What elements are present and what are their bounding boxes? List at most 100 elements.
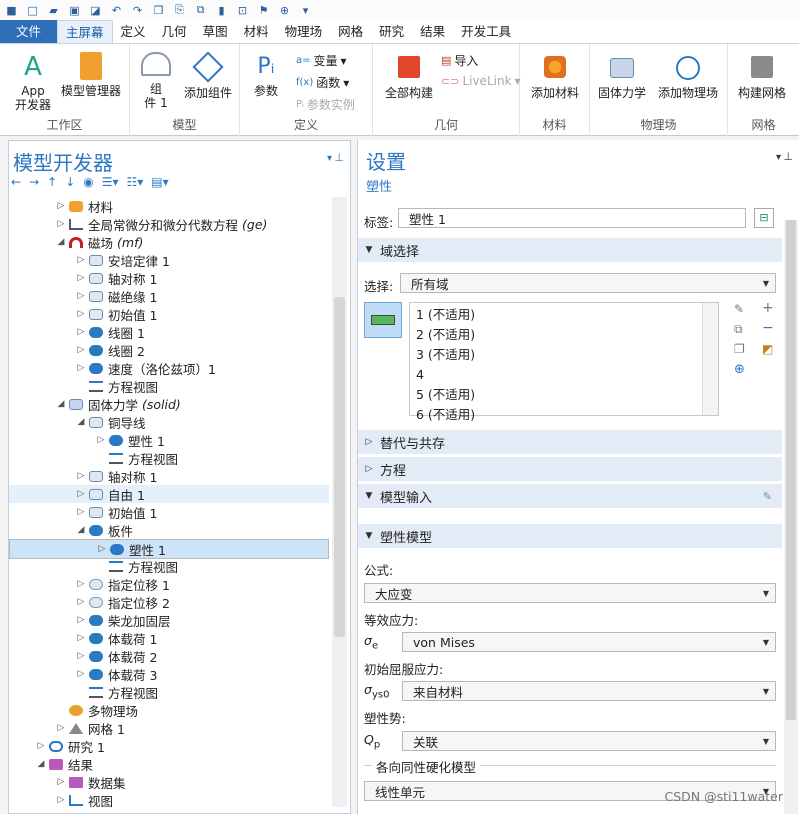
tree-node[interactable]: ▷ 磁绝缘 1 (9, 287, 329, 305)
back-icon[interactable]: ← (11, 175, 21, 191)
livelink-button[interactable]: ⊂⊃ LiveLink ▾ (441, 74, 521, 88)
tree-node[interactable]: ▷ 初始值 1 (9, 503, 329, 521)
tree-node[interactable]: ▷ 线圈 1 (9, 323, 329, 341)
domain-list[interactable]: 1 (不适用) 2 (不适用) 3 (不适用) 4 5 (不适用) 6 (不适用) (409, 302, 719, 422)
open-folder-icon[interactable]: ▰ (46, 3, 61, 17)
domain-list-item[interactable]: 2 (不适用) (416, 325, 712, 345)
domain-list-scrollbar[interactable] (702, 303, 718, 415)
expand-arrow-icon[interactable]: ▷ (75, 471, 87, 481)
tab-file[interactable]: 文件 (0, 20, 58, 43)
collapse-icon[interactable]: ▤▾ (151, 175, 168, 191)
expand-arrow-icon[interactable]: ▷ (75, 651, 87, 661)
copy-selection-icon[interactable]: ⧉ (734, 322, 743, 337)
customize-icon[interactable]: ▾ (298, 3, 313, 17)
add-component-button[interactable]: 添加组件 (180, 51, 236, 100)
param-instance-button[interactable]: Pᵢ 参数实例 (296, 96, 355, 113)
expand-arrow-icon[interactable]: ◢ (75, 525, 87, 535)
expand-arrow-icon[interactable]: ▷ (75, 345, 87, 355)
tree-node[interactable]: ▷ 材料 (9, 197, 329, 215)
selection-dropdown[interactable]: 所有域 ▼ (400, 273, 776, 293)
build-icon[interactable]: ⚑ (256, 3, 271, 17)
yield-dropdown[interactable]: 来自材料 ▼ (402, 681, 776, 701)
formula-dropdown[interactable]: 大应变 ▼ (364, 583, 776, 603)
tree-node[interactable]: ▷ 指定位移 1 (9, 575, 329, 593)
expand-arrow-icon[interactable]: ▷ (75, 615, 87, 625)
forward-icon[interactable]: → (29, 175, 39, 191)
paste-icon[interactable]: ⎘ (172, 3, 187, 17)
expand-arrow-icon[interactable]: ▷ (75, 363, 87, 373)
tab-materials[interactable]: 材料 (236, 20, 277, 43)
zoom-selection-icon[interactable]: ◩ (762, 342, 773, 356)
settings-scrollbar[interactable] (784, 220, 798, 814)
expand-arrow-icon[interactable]: ▷ (75, 669, 87, 679)
expand-arrow-icon[interactable]: ▷ (75, 507, 87, 517)
expand-arrow-icon[interactable]: ◢ (55, 237, 67, 247)
tab-mesh[interactable]: 网格 (330, 20, 371, 43)
settings-scrollbar-thumb[interactable] (786, 220, 796, 720)
tree-node[interactable]: ▷ 柴龙加固层 (9, 611, 329, 629)
domain-list-item[interactable]: 3 (不适用) (416, 345, 712, 365)
build-all-button[interactable]: 全部构建 (381, 52, 437, 100)
expand-arrow-icon[interactable]: ▷ (95, 435, 107, 445)
component-button[interactable]: 组 件 1 (136, 52, 176, 110)
tree-node[interactable]: ▷ 网格 1 (9, 719, 329, 737)
expand-arrow-icon[interactable]: ▷ (55, 777, 67, 787)
active-toggle-icon[interactable] (364, 302, 402, 338)
tree-node[interactable]: 方程视图 (9, 683, 329, 701)
expand-arrow-icon[interactable]: ▷ (75, 273, 87, 283)
add-icon[interactable]: + (762, 300, 774, 316)
eq-stress-dropdown[interactable]: von Mises ▼ (402, 632, 776, 652)
tree-node[interactable]: ▷ 塑性 1 (9, 431, 329, 449)
tree-node[interactable]: ▷ 安培定律 1 (9, 251, 329, 269)
tree-node[interactable]: 方程视图 (9, 449, 329, 467)
tree-node[interactable]: ▷ 线圈 2 (9, 341, 329, 359)
tab-results[interactable]: 结果 (412, 20, 453, 43)
pin-icon[interactable]: ⊥ (334, 151, 344, 164)
expand-icon[interactable]: ☰▾ (102, 175, 119, 191)
tree-node[interactable]: ▷ 轴对称 1 (9, 467, 329, 485)
duplicate-icon[interactable]: ⧉ (193, 3, 208, 17)
tree-scrollbar-thumb[interactable] (334, 297, 345, 637)
tree-node[interactable]: ◢ 固体力学 (solid) (9, 395, 329, 413)
expand-arrow-icon[interactable]: ▷ (75, 597, 87, 607)
tab-physics[interactable]: 物理场 (277, 20, 331, 43)
parameters-button[interactable]: Pᵢ 参数 (246, 52, 286, 98)
expand-arrow-icon[interactable]: ◢ (55, 399, 67, 409)
tree-node[interactable]: ◢ 铜导线 (9, 413, 329, 431)
paste-selection-icon[interactable]: ✎ (734, 302, 744, 316)
tree-node[interactable]: ▷ 体载荷 3 (9, 665, 329, 683)
import-button[interactable]: ▤ 导入 (441, 52, 478, 69)
tree-node[interactable]: ▷ 速度（洛伦兹项）1 (9, 359, 329, 377)
delete-icon[interactable]: ▮ (214, 3, 229, 17)
tree-node[interactable]: ▷ 全局常微分和微分代数方程 (ge) (9, 215, 329, 233)
tab-definitions[interactable]: 定义 (113, 20, 154, 43)
tab-sketch[interactable]: 草图 (195, 20, 236, 43)
tree-node[interactable]: 方程视图 (9, 377, 329, 395)
section-plasticity-model[interactable]: ▼ 塑性模型 (358, 524, 782, 548)
redo-icon[interactable]: ↷ (130, 3, 145, 17)
expand-arrow-icon[interactable]: ▷ (55, 795, 67, 805)
create-selection-icon[interactable]: ⊕ (734, 362, 745, 377)
domain-list-item[interactable]: 4 (416, 365, 712, 385)
new-file-icon[interactable]: □ (25, 3, 40, 17)
expand-arrow-icon[interactable]: ◢ (35, 759, 47, 769)
fit-icon[interactable]: ⊡ (235, 3, 250, 17)
save-as-icon[interactable]: ◪ (88, 3, 103, 17)
tree-node[interactable]: ◢ 磁场 (mf) (9, 233, 329, 251)
domain-list-item[interactable]: 5 (不适用) (416, 385, 712, 405)
tree-node[interactable]: ▷ 初始值 1 (9, 305, 329, 323)
solid-mechanics-button[interactable]: 固体力学 (596, 52, 648, 100)
tree-node[interactable]: ▷ 体载荷 2 (9, 647, 329, 665)
tree-node[interactable]: ▷ 轴对称 1 (9, 269, 329, 287)
expand-arrow-icon[interactable]: ▷ (75, 327, 87, 337)
clear-selection-icon[interactable]: ❐ (734, 342, 745, 356)
section-model-input[interactable]: ▼ 模型输入 ✎ (358, 484, 782, 508)
tree-node[interactable]: ▷ 体载荷 1 (9, 629, 329, 647)
expand-arrow-icon[interactable]: ▷ (55, 723, 67, 733)
expand-arrow-icon[interactable]: ▷ (75, 633, 87, 643)
expand-arrow-icon[interactable]: ▷ (75, 291, 87, 301)
domain-list-item[interactable]: 6 (不适用) (416, 405, 712, 425)
expand-arrow-icon[interactable]: ▷ (75, 489, 87, 499)
app-builder-button[interactable]: A App 开发器 (10, 52, 56, 112)
label-input[interactable]: 塑性 1 (398, 208, 746, 228)
